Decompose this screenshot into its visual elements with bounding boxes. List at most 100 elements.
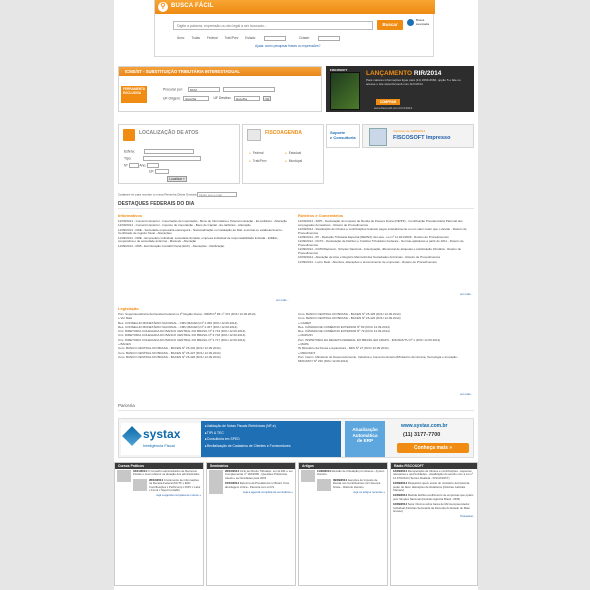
tipo-select[interactable] [143, 156, 202, 161]
filter-todas[interactable]: Todas [191, 36, 200, 40]
artigo-item[interactable]: 11/09/2014 Revisão de tributação pro div… [299, 469, 387, 482]
uf-origem-label: UF Origem: [163, 96, 181, 101]
filter-federal[interactable]: Federal [207, 36, 218, 40]
act-lookup-title: LOCALIZAÇÃO DE ATOS [139, 130, 199, 136]
magazine-icon [369, 128, 387, 146]
informativos-more-link[interactable]: ver mais... [276, 298, 289, 302]
legislacao-item[interactable]: Port. INSPETORIA DA RECEITA FEDERAL DO B… [298, 338, 474, 343]
systax-services: Validação de Notas Fiscais Eletrônicas (… [201, 421, 341, 457]
legislacao-heading[interactable]: Legislação [118, 306, 139, 311]
esfera-label: Esfera: [124, 149, 135, 154]
curso-item[interactable]: 26/10/2014 Cruzamento de informações na … [115, 478, 203, 494]
support-title: Suporte e Consultoria [330, 130, 356, 140]
filter-cidade[interactable]: Cidade: [299, 36, 346, 41]
procurar-select[interactable]: NCM [187, 87, 220, 92]
rir-launch-banner[interactable]: FISCOSOFT LANÇAMENTO RIR/2014 Para maior… [326, 66, 474, 112]
seminario-thumbnail [209, 482, 223, 495]
uf-row: UF Origem: Escolha UF Destino: Escolha O… [163, 96, 272, 101]
advanced-search-link[interactable]: Busca avançada [416, 18, 434, 26]
cidade-select[interactable] [317, 36, 340, 41]
radio-item[interactable]: 12/09/2014 Setor informa sobre baixa de … [391, 502, 477, 514]
seminario-item[interactable]: 26/10/2014 Ciclo de Direito Tributário: … [207, 469, 295, 482]
fiscoagenda-panel: FISCOAGENDA Federal Estadual Trab/Prev M… [242, 124, 324, 184]
informativo-item[interactable]: 11/09/2014 - DRE - Empresário individual… [118, 236, 288, 244]
agenda-municipal[interactable]: Municipal [285, 159, 302, 163]
advanced-search-icon[interactable] [407, 19, 414, 26]
search-panel: ⚲ BUSCA FÁCIL Buscar Busca avançada Área… [154, 0, 435, 57]
numero-label: Nº [124, 163, 128, 168]
roteiro-item[interactable]: 11/09/2014 - Lucro Real - Abertura, alte… [298, 260, 474, 265]
procurar-label: Procurar por: [163, 87, 183, 92]
support-banner[interactable]: Suporte e Consultoria [326, 124, 360, 148]
agenda-estadual[interactable]: Estadual [285, 151, 301, 155]
divider [118, 410, 474, 411]
buy-button[interactable]: COMPRAR [376, 99, 400, 105]
icms-st-title: ICMS/ST - SUBSTITUIÇÃO TRIBUTÁRIA INTERE… [119, 67, 321, 76]
legislacao-more-link[interactable]: ver mais... [460, 392, 473, 396]
uf-lookup-row: UF: [149, 169, 170, 174]
radio-item[interactable]: 12/09/2014 Medida facilita recolhimento … [391, 493, 477, 502]
filter-estado[interactable]: Estado: [245, 36, 292, 41]
legislacao-item[interactable]: IN Ministério da Pesca e Aquicultura - M… [298, 347, 474, 351]
radio-item[interactable]: 12/09/2014 Recuperação de tributos e con… [391, 469, 477, 481]
informativo-item[interactable]: 11/09/2014 - RFB - Escrituração Contábil… [118, 244, 288, 249]
informativos-heading[interactable]: Informativos [118, 213, 142, 218]
icms-st-panel: ICMS/ST - SUBSTITUIÇÃO TRIBUTÁRIA INTERE… [118, 66, 322, 112]
radio-item[interactable]: 12/09/2014 Dispositivo quem existe do mi… [391, 481, 477, 493]
procurar-input[interactable] [222, 87, 275, 92]
roteiros-heading[interactable]: Roteiros e Comentários [298, 213, 343, 218]
erp-update-box[interactable]: Atualização Automática de ERP [345, 421, 385, 457]
exclusive-tool-badge: FERRAMENTA EXCLUSIVA [121, 86, 147, 103]
search-help-link[interactable]: Ajuda: como pesquisar frases ou expressõ… [255, 44, 320, 48]
uf-destino-label: UF Destino: [213, 96, 232, 101]
informativo-item[interactable]: 11/09/2014 - DRE - Sociedade empresária … [118, 228, 288, 236]
legislacao-item[interactable]: Circ. DIRETORIA COLEGIADA DO BANCO CENTR… [118, 338, 294, 343]
banner-site[interactable]: www.fiscosoft.com.br/rir2014 [374, 106, 412, 110]
seminario-item[interactable]: 15/10/2014 Reforma da Previdência no Bra… [207, 481, 295, 495]
ano-input[interactable] [147, 163, 160, 168]
tipo-label: Tipo: [124, 156, 132, 161]
systax-banner[interactable]: systax Inteligência Fiscal Validação de … [118, 418, 474, 458]
legislacao-item[interactable]: Com. BANCO CENTRAL DO BRASIL - BACEN Nº … [298, 317, 474, 321]
radio-search-link[interactable]: Pesquisar... [391, 514, 477, 518]
roteiros-list: 12/09/2014 - IRPF - Declaração do Impost… [298, 219, 474, 265]
ano-label: Ano: [139, 163, 147, 168]
legislacao-list-right: Com. BANCO CENTRAL DO BRASIL - BACEN Nº … [298, 312, 474, 364]
filter-trabprev[interactable]: Trab/Prev [225, 36, 239, 40]
esfera-select[interactable] [143, 149, 194, 154]
agenda-federal[interactable]: Federal [249, 151, 264, 155]
legislacao-item[interactable]: Com. BANCO CENTRAL DO BRASIL - BACEN Nº … [118, 355, 294, 360]
legislacao-item[interactable]: Res. CÂMARA DE COMÉRCIO EXTERIOR Nº 79 (… [298, 329, 474, 334]
curso-item[interactable]: 04/11/2014 O Conselho administrativo de … [115, 469, 203, 482]
systax-service-item[interactable]: Validação de Notas Fiscais Eletrônicas (… [205, 423, 337, 430]
legislacao-item[interactable]: Port. Superintendência da Receita Federa… [118, 312, 294, 317]
numero-input[interactable] [128, 163, 139, 168]
roteiros-more-link[interactable]: ver mais... [460, 292, 473, 296]
uf-lookup-select[interactable] [155, 169, 170, 174]
newsletter-email-input[interactable]: Digite seu e-mail [197, 192, 238, 197]
banner-brand: FISCOSOFT [330, 68, 348, 72]
print-edition-title: FISCOSOFT Impresso [393, 135, 451, 141]
icms-ok-button[interactable]: Ok [263, 96, 272, 101]
artigos-more-link[interactable]: veja os artigos recentes » [299, 490, 387, 494]
uf-destino-select[interactable]: Escolha [234, 96, 261, 101]
cursos-more-link[interactable]: veja a agenda completa de cursos » [115, 493, 203, 497]
systax-service-item[interactable]: TIPI & TEC [205, 430, 337, 437]
systax-cta-button[interactable]: Conheça mais » [397, 443, 469, 453]
legislacao-item[interactable]: Port. Interm. Ministério do Desenvolvime… [298, 355, 474, 363]
systax-site-link[interactable]: www.systax.com.br [401, 423, 448, 429]
print-edition-banner[interactable]: Impresso de 12/09/2014 FISCOSOFT Impress… [362, 124, 474, 148]
localizar-button[interactable]: Localizar » [167, 176, 187, 182]
agenda-trabprev[interactable]: Trab/Prev [249, 159, 267, 163]
systax-service-item[interactable]: Revitalização de Cadastros de Clientes e… [205, 443, 337, 450]
uf-lookup-label: UF: [149, 169, 155, 174]
document-search-icon [123, 129, 135, 141]
search-input[interactable] [173, 21, 373, 30]
uf-origem-select[interactable]: Escolha [183, 96, 210, 101]
systax-service-item[interactable]: Consultoria em SPED [205, 436, 337, 443]
search-button[interactable]: Buscar [377, 20, 403, 30]
artigo-item[interactable]: 09/09/2014 Isenções do Imposto de Renda … [299, 478, 387, 491]
act-lookup-panel: LOCALIZAÇÃO DE ATOS Esfera: Tipo: Nº Ano… [118, 124, 240, 184]
estado-select[interactable] [264, 36, 287, 41]
calendar-icon [247, 129, 261, 141]
